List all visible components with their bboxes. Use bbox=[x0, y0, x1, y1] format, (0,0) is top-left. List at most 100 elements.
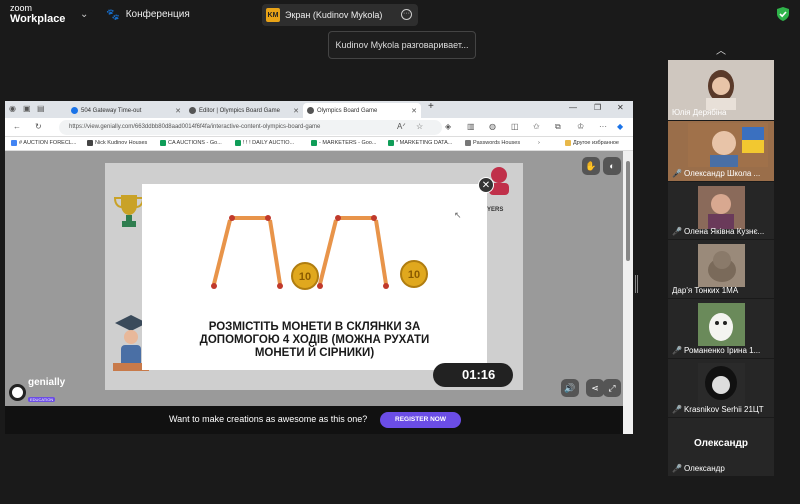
participant-display-name: Олександр bbox=[693, 438, 749, 449]
cursor-toggle-icon[interactable]: ◐ bbox=[603, 157, 621, 175]
participant-tile[interactable]: 🎤 Олена Яківна Кузнє... bbox=[668, 182, 774, 239]
split-screen-icon[interactable]: ◫ bbox=[511, 122, 519, 131]
cta-text: Want to make creations as awesome as thi… bbox=[169, 414, 368, 424]
participant-avatar bbox=[688, 123, 768, 167]
bookmark-item[interactable]: - MARKETERS - Goo... bbox=[311, 140, 376, 146]
tab-editor[interactable]: Editor | Olympics Board Game ✕ bbox=[185, 103, 303, 118]
fullscreen-icon[interactable]: ⤢ bbox=[603, 379, 621, 397]
close-tab-icon[interactable]: ✕ bbox=[175, 107, 181, 115]
close-tab-icon[interactable]: ✕ bbox=[411, 107, 417, 115]
participant-name-text: Романенко Ірина 1... bbox=[683, 346, 761, 355]
genially-logo[interactable]: genially EDUCATION bbox=[9, 378, 65, 406]
tab-board-game[interactable]: Olympics Board Game ✕ bbox=[303, 103, 421, 118]
chevron-up-icon[interactable]: ︿ bbox=[716, 42, 726, 57]
volume-icon[interactable]: 🔊 bbox=[561, 379, 579, 397]
collections-icon[interactable]: ⧉ bbox=[555, 122, 561, 132]
bookmark-label: Другое избранное bbox=[573, 140, 619, 146]
chevron-right-icon[interactable]: › bbox=[538, 140, 540, 146]
coin-icon: 10 bbox=[400, 260, 428, 288]
tab-actions-icon[interactable]: ▤ bbox=[37, 104, 45, 113]
address-bar-row: ← ↻ https://view.genially.com/663ddbb80d… bbox=[5, 118, 633, 137]
bookmark-item[interactable]: * MARKETING DATA... bbox=[388, 140, 452, 146]
mic-muted-icon: 🎤 bbox=[672, 464, 682, 473]
zoom-brand-line1: zoom bbox=[10, 3, 33, 13]
chevron-down-icon[interactable]: ⌄ bbox=[80, 9, 88, 20]
participant-tile[interactable]: 🎤 Олександр Школа ... bbox=[668, 121, 774, 181]
instruction-line: ДОПОМОГОЮ 4 ХОДІВ (МОЖНА РУХАТИ bbox=[199, 334, 430, 346]
zoom-logo: zoom Workplace bbox=[10, 3, 65, 26]
talking-indicator: Kudinov Mykola разговаривает... bbox=[328, 31, 476, 59]
side-label: YERS bbox=[487, 207, 504, 213]
extension-icon[interactable]: ◍ bbox=[489, 122, 496, 131]
url-field[interactable]: https://view.genially.com/663ddbb80d8aad… bbox=[59, 120, 442, 135]
participant-name: 🎤 Олена Яківна Кузнє... bbox=[672, 227, 764, 236]
genially-icon bbox=[9, 383, 26, 401]
coin-value: 10 bbox=[299, 271, 311, 283]
genially-brand-tag: EDUCATION bbox=[28, 397, 56, 402]
participant-name: 🎤 Олександр Школа ... bbox=[672, 169, 760, 178]
register-now-button[interactable]: REGISTER NOW bbox=[380, 412, 461, 428]
participant-avatar bbox=[698, 186, 745, 229]
bookmark-label: Nick Kudinov Houses bbox=[95, 140, 148, 146]
workspaces-icon[interactable]: ▣ bbox=[23, 104, 31, 113]
bookmark-item[interactable]: CA AUCTIONS - Go... bbox=[160, 140, 222, 146]
minimize-button[interactable]: — bbox=[569, 103, 577, 112]
page-scrollbar[interactable] bbox=[623, 151, 633, 434]
matchstick-glass bbox=[211, 215, 283, 289]
back-icon[interactable]: ← bbox=[13, 122, 21, 131]
cursor-icon: ↖ bbox=[454, 210, 462, 220]
bookmark-item[interactable]: Passwords Houses bbox=[465, 140, 520, 146]
sheets-icon bbox=[388, 140, 394, 146]
panel-splitter[interactable] bbox=[635, 275, 638, 293]
copilot-icon[interactable]: ◆ bbox=[617, 122, 623, 131]
tab-gateway[interactable]: 504 Gateway Time-out ✕ bbox=[67, 103, 185, 118]
participant-avatar bbox=[698, 363, 745, 406]
puzzle-illustration: 10 10 bbox=[211, 215, 428, 290]
tab-bar: ◉ ▣ ▤ 504 Gateway Time-out ✕ Editor | Ol… bbox=[5, 101, 633, 118]
maximize-button[interactable]: ❐ bbox=[594, 103, 601, 112]
reload-icon[interactable]: ↻ bbox=[35, 122, 42, 131]
screen-share-indicator[interactable]: KM Экран (Kudinov Mykola) ··· bbox=[262, 4, 418, 26]
bookmark-label: # AUCTION FORECL... bbox=[19, 140, 77, 146]
puzzle-instructions: РОЗМІСТІТЬ МОНЕТИ В СКЛЯНКИ ЗА ДОПОМОГОЮ… bbox=[142, 321, 487, 360]
share-icon[interactable]: ⋖ bbox=[586, 379, 604, 397]
read-aloud-icon[interactable]: Aᐟ bbox=[397, 122, 406, 131]
close-tab-icon[interactable]: ✕ bbox=[293, 107, 299, 115]
coin-value: 10 bbox=[408, 269, 420, 281]
bookmark-item[interactable]: ! ! ! DAILY AUCTIO... bbox=[235, 140, 294, 146]
sheets-icon bbox=[160, 140, 166, 146]
other-favorites[interactable]: Другое избранное bbox=[565, 140, 619, 146]
meeting-title-button[interactable]: 🐾 Конференция bbox=[106, 8, 190, 21]
bookmark-label: ! ! ! DAILY AUCTIO... bbox=[243, 140, 295, 146]
bookmark-item[interactable]: # AUCTION FORECL... bbox=[11, 140, 76, 146]
meeting-title: Конференция bbox=[125, 9, 190, 20]
favorite-star-icon[interactable]: ☆ bbox=[416, 122, 423, 131]
instruction-line: РОЗМІСТІТЬ МОНЕТИ В СКЛЯНКИ ЗА bbox=[208, 321, 421, 333]
participant-tile[interactable]: 🎤 Романенко Ірина 1... bbox=[668, 299, 774, 358]
tab-label: 504 Gateway Time-out bbox=[81, 107, 142, 114]
more-options-icon[interactable]: ··· bbox=[401, 9, 412, 20]
participant-name: 🎤 Krasnikov Serhii 21ЦТ bbox=[672, 405, 764, 414]
participant-name-text: Олександр Школа ... bbox=[683, 169, 761, 178]
profile-icon[interactable]: ◉ bbox=[9, 104, 16, 113]
extension-icon[interactable]: ◈ bbox=[445, 122, 451, 131]
extension-icon[interactable]: ▥ bbox=[467, 122, 475, 131]
more-icon[interactable]: ··· bbox=[599, 122, 607, 131]
mic-muted-icon: 🎤 bbox=[672, 346, 682, 355]
bookmark-label: CA AUCTIONS - Go... bbox=[168, 140, 222, 146]
hand-icon[interactable]: ✋ bbox=[582, 157, 600, 175]
scrollbar-thumb[interactable] bbox=[626, 161, 630, 261]
participant-tile[interactable]: Дар'я Тонких 1МА bbox=[668, 240, 774, 298]
page-icon bbox=[87, 140, 93, 146]
close-window-button[interactable]: ✕ bbox=[617, 103, 624, 112]
instruction-line: МОНЕТИ Й СІРНИКИ) bbox=[254, 347, 375, 359]
extensions-icon[interactable]: ♔ bbox=[577, 122, 584, 131]
participant-tile[interactable]: Юлія Дерябіна bbox=[668, 60, 774, 120]
participant-tile[interactable]: 🎤 Krasnikov Serhii 21ЦТ bbox=[668, 359, 774, 417]
new-tab-button[interactable]: + bbox=[428, 101, 434, 112]
favorites-icon[interactable]: ✩ bbox=[533, 122, 540, 131]
bookmarks-bar: # AUCTION FORECL... Nick Kudinov Houses … bbox=[5, 137, 633, 151]
bookmark-item[interactable]: Nick Kudinov Houses bbox=[87, 140, 147, 146]
participant-tile[interactable]: Олександр 🎤 Олександр bbox=[668, 418, 774, 476]
close-modal-button[interactable]: ✕ bbox=[478, 177, 494, 193]
